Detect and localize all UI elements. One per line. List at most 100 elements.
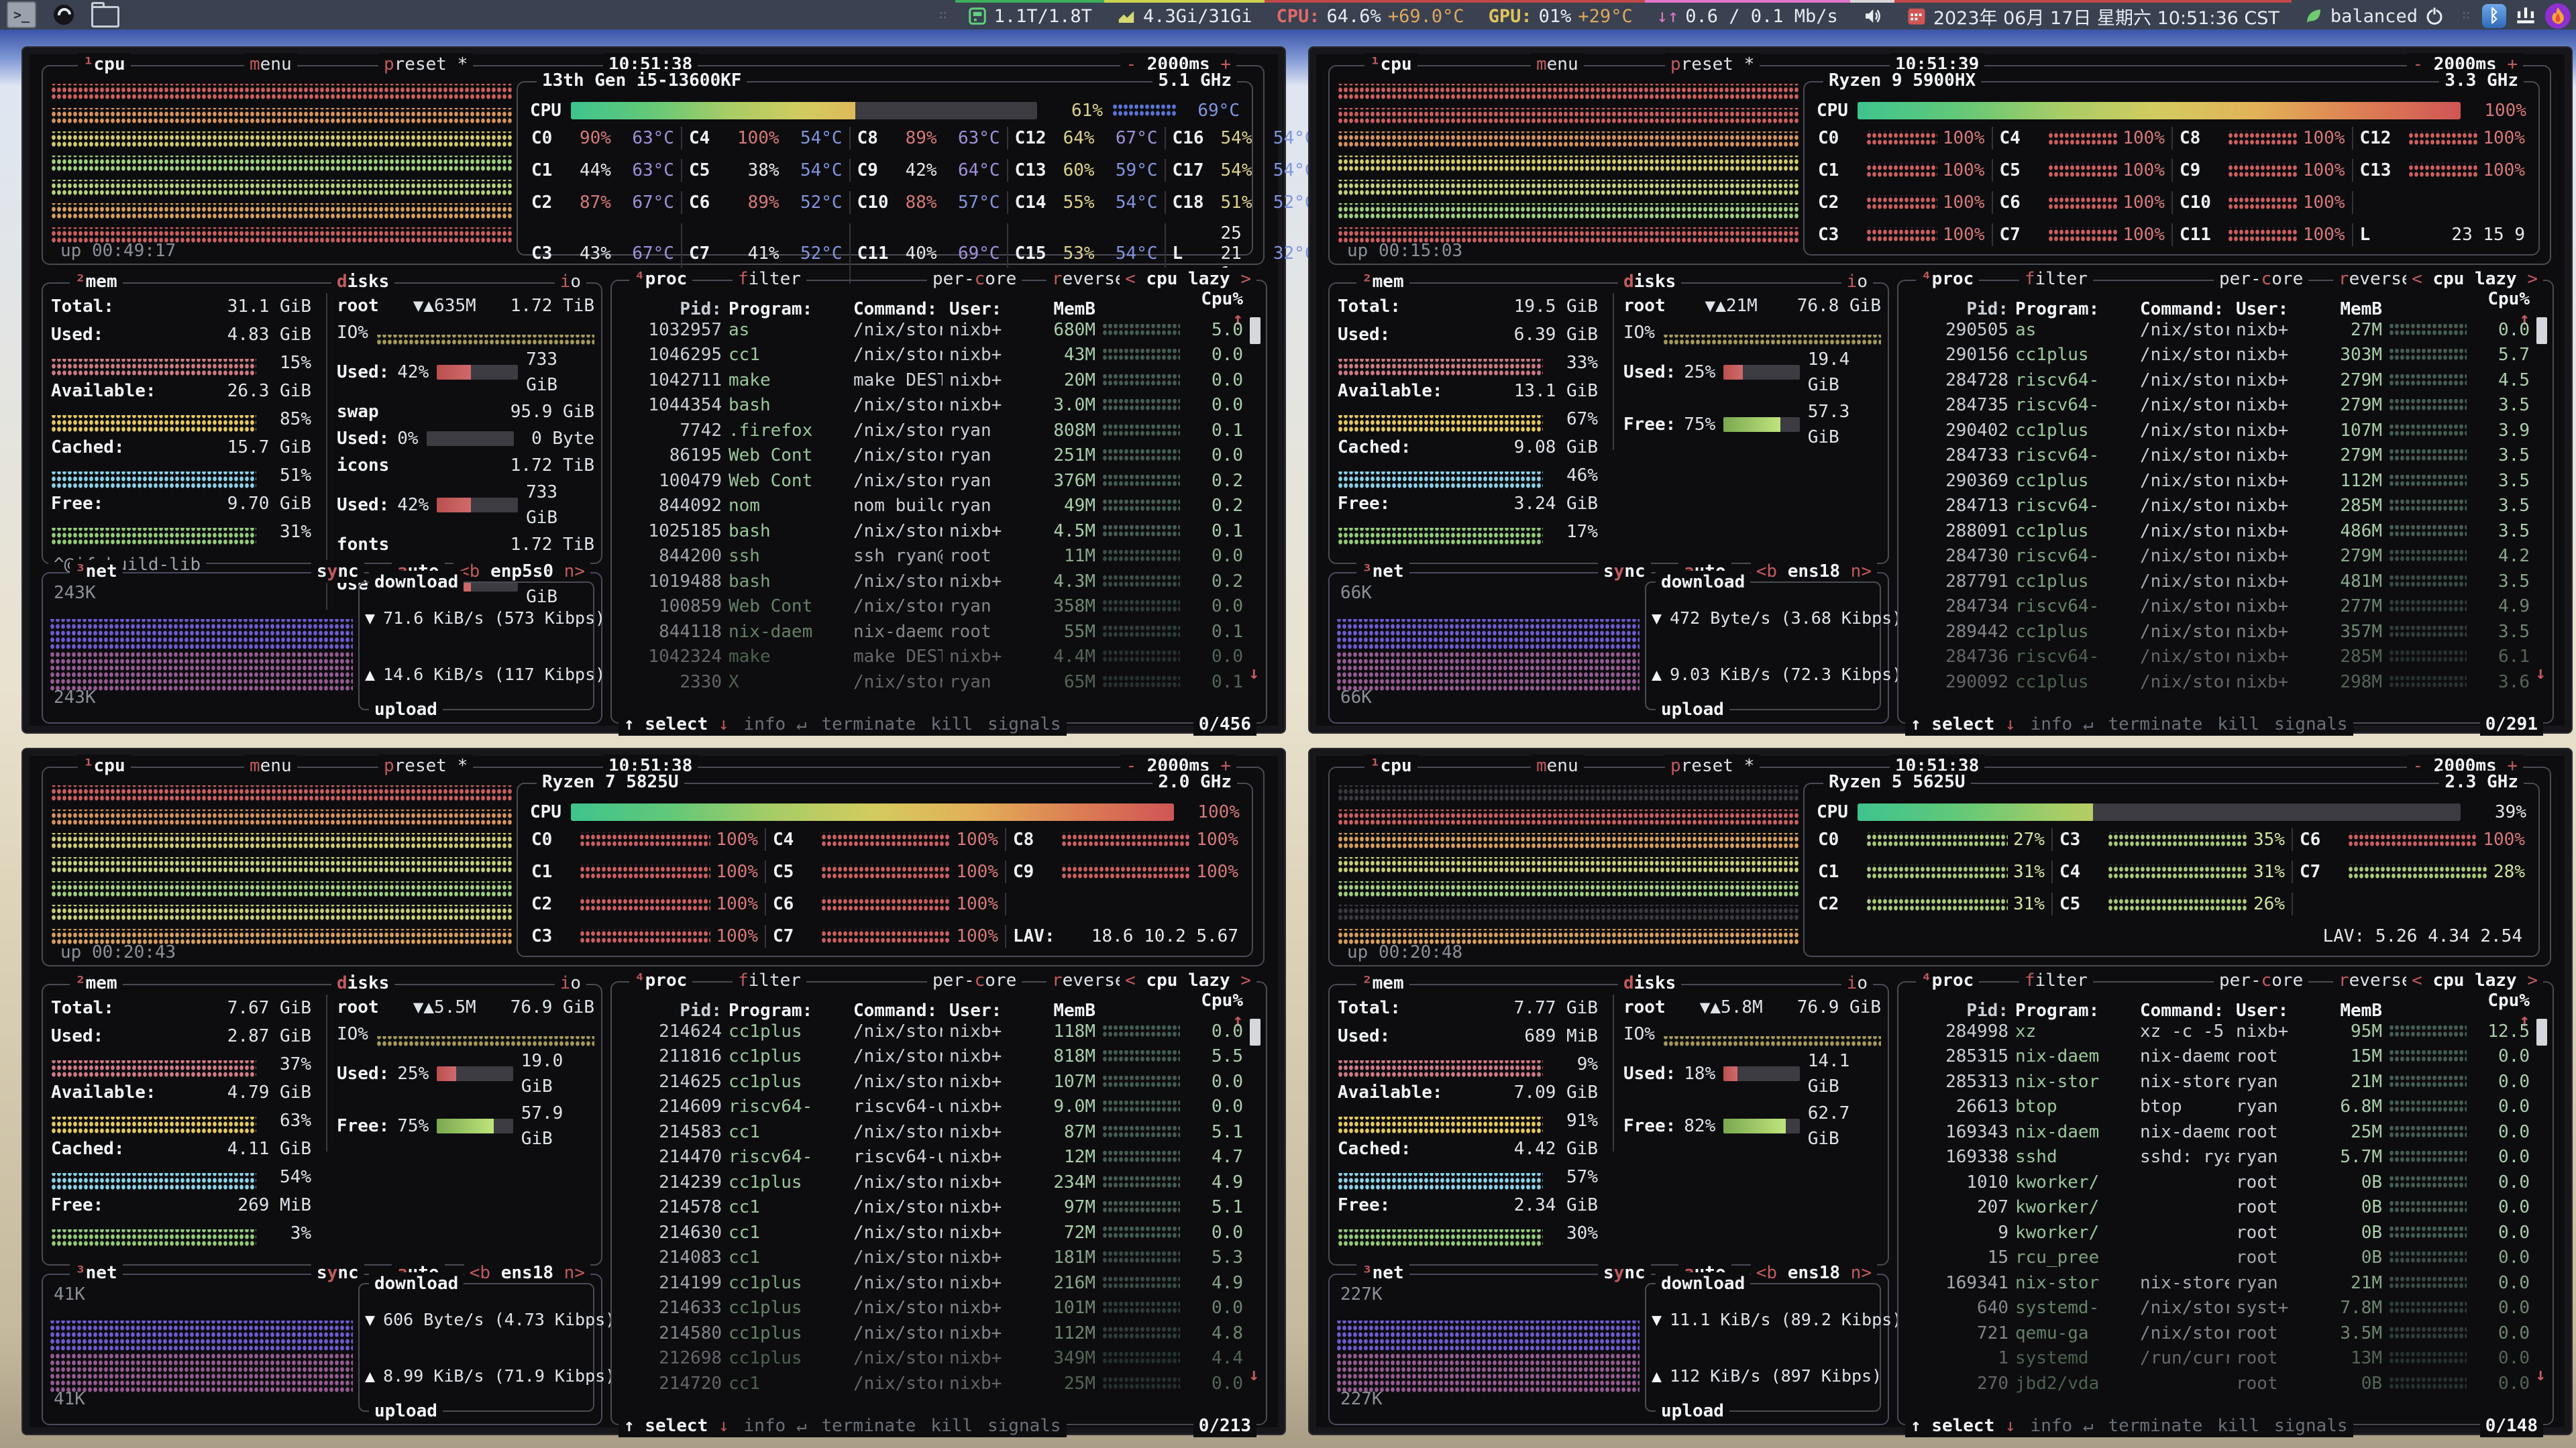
info-action[interactable]: info ↵ [2031,713,2094,736]
proc-row[interactable]: 1019488bash/nix/store/xfb3ykw9nixb+4.3M0… [621,569,1243,594]
mem-box-title[interactable]: ²mem [70,972,123,995]
proc-row[interactable]: 721qemu-ga/nix/store/clz7ryz5root3.5M0.0 [1908,1321,2530,1346]
proc-row[interactable]: 1systemd/run/current-systemroot13M0.0 [1908,1346,2530,1372]
interval-minus-button[interactable]: - [2412,756,2433,776]
info-action[interactable]: info ↵ [744,1414,807,1437]
kill-action[interactable]: kill [2217,713,2259,736]
proc-row[interactable]: 214578cc1/nix/store/k14gjkxnnixb+97M5.1 [621,1195,1243,1221]
col-mem[interactable]: MemB [1031,1001,1095,1021]
filter-button[interactable]: filter [733,268,806,290]
col-user[interactable]: User: [949,299,1024,319]
filter-button[interactable]: filter [2019,969,2093,992]
proc-row[interactable]: 290505as/nix/store/9n1kg164nixb+27M0.0 [1908,317,2530,343]
cpu-indicator[interactable]: CPU: 64.6% +69.0°C [1265,0,1477,30]
kill-action[interactable]: kill [930,1414,973,1437]
proc-row[interactable]: 284713riscv64-/nix/store/89225k9xnixb+28… [1908,494,2530,519]
proc-row[interactable]: 289442cc1plus/nix/store/02cs0d7snixb+357… [1908,619,2530,645]
proc-row[interactable]: 290092cc1plus/nix/store/02cs0d7snixb+298… [1908,669,2530,695]
scroll-down-icon[interactable]: ↓ [1248,1365,1259,1385]
proc-row[interactable]: 214580cc1plus/nix/store/2vwipws2nixb+112… [621,1321,1243,1346]
signals-action[interactable]: signals [2274,713,2348,736]
proc-row[interactable]: 15rcu_preeroot0B0.0 [1908,1245,2530,1271]
power-profile-indicator[interactable]: balanced [2292,0,2457,30]
disks-box-title[interactable]: disks [1618,972,1681,995]
proc-row[interactable]: 290369cc1plus/nix/store/02cs0d7snixb+112… [1908,468,2530,494]
percore-toggle[interactable]: per-core [2214,268,2308,290]
mem-box-title[interactable]: ²mem [1356,270,1409,293]
folder-icon[interactable] [91,6,119,27]
net-box-title[interactable]: ³net [1356,1262,1409,1284]
proc-row[interactable]: 86195Web Cont/nix/store/51dxgra3ryan251M… [621,443,1243,469]
proc-row[interactable]: 284736riscv64-/nix/store/89225k9xnixb+28… [1908,645,2530,670]
cpu-box-title[interactable]: ¹cpu [1364,53,1417,76]
io-toggle[interactable]: io [1841,972,1873,995]
proc-row[interactable]: 270jbd2/vdaroot0B0.0 [1908,1371,2530,1396]
cpu-box-title[interactable]: ¹cpu [78,755,131,777]
proc-row[interactable]: 1042711makemake DESTDIR= RPATHnixb+20M0.… [621,368,1243,393]
proc-row[interactable]: 26613btopbtopryan6.8M0.0 [1908,1095,2530,1120]
proc-row[interactable]: 640systemd-/nix/store/6nkzr60nsyst+7.8M0… [1908,1296,2530,1321]
net-box-title[interactable]: ³net [1356,560,1409,583]
net-interface-switcher[interactable]: <b ens18 n> [1751,560,1877,583]
col-command[interactable]: Command: [2140,1001,2229,1021]
disks-box-title[interactable]: disks [331,972,394,995]
flame-tray-icon[interactable] [2541,0,2576,30]
col-mem[interactable]: MemB [2318,1001,2382,1021]
proc-row[interactable]: 214624cc1plus/nix/store/2vwipws2nixb+118… [621,1019,1243,1044]
sort-prev-button[interactable]: < [1125,269,1146,289]
net-interface-switcher[interactable]: <b enp5s0 n> [453,560,590,583]
iface-prev-button[interactable]: <b [470,1263,501,1283]
menu-button[interactable]: menu [244,53,297,76]
proc-scrollbar[interactable] [2536,1019,2547,1046]
sort-next-button[interactable]: > [1230,269,1251,289]
info-action[interactable]: info ↵ [744,713,807,736]
scroll-down-icon[interactable]: ↓ [2535,663,2546,683]
reverse-toggle[interactable]: reverse [1046,268,1131,290]
kill-action[interactable]: kill [930,713,973,736]
col-pid[interactable]: Pid: [621,299,722,319]
filter-button[interactable]: filter [733,969,806,992]
menu-button[interactable]: menu [1531,755,1584,777]
sort-selector[interactable]: < cpu lazy > [2406,268,2543,290]
proc-row[interactable]: 212698cc1plus/nix/store/2vwipws2nixb+349… [621,1346,1243,1372]
proc-row[interactable]: 844200sshssh ryan@ruby -x -iroot11M0.0 [621,544,1243,569]
mem-box-title[interactable]: ²mem [1356,972,1409,995]
proc-row[interactable]: 169341nix-stornix-store --serve -ryan21M… [1908,1270,2530,1296]
sort-selector[interactable]: < cpu lazy > [2406,969,2543,992]
select-action[interactable]: ↑ select ↓ [624,713,729,736]
col-user[interactable]: User: [949,1001,1024,1021]
preset-button[interactable]: preset * [378,755,473,777]
proc-row[interactable]: 1025185bash/nix/store/xfb3ykw9nixb+4.5M0… [621,518,1243,544]
filter-button[interactable]: filter [2019,268,2093,290]
proc-row[interactable]: 1010kworker/root0B0.0 [1908,1170,2530,1195]
sort-next-button[interactable]: > [2517,970,2538,991]
grip-dots-icon[interactable]: ∷ [934,7,955,23]
disk-usage-indicator[interactable]: 1.1T/1.8T [955,0,1104,30]
net-sync-button[interactable]: sync [1598,560,1651,583]
col-mem[interactable]: MemB [2318,299,2382,319]
proc-row[interactable]: 214720cc1/nix/store/k14gjkxnnixb+25M0.0 [621,1371,1243,1396]
volume-indicator[interactable] [1850,0,1894,30]
record-icon[interactable] [54,5,74,25]
scroll-down-icon[interactable]: ↓ [2535,1365,2546,1385]
proc-row[interactable]: 169338sshdsshd: ryan@nottyryan5.7M0.0 [1908,1145,2530,1170]
col-program[interactable]: Program: [2015,299,2133,319]
net-interface-switcher[interactable]: <b ens18 n> [1751,1262,1877,1284]
proc-row[interactable]: 284730riscv64-/nix/store/89225k9xnixb+27… [1908,544,2530,569]
proc-row[interactable]: 7742.firefox/nix/store/51dxgra3ryan808M0… [621,418,1243,443]
proc-row[interactable]: 844118nix-daemnix-daemon 844104root55M0.… [621,619,1243,645]
reverse-toggle[interactable]: reverse [1046,969,1131,992]
col-pid[interactable]: Pid: [1908,299,2008,319]
proc-scrollbar[interactable] [2536,317,2547,344]
proc-row[interactable]: 288091cc1plus/nix/store/02cs0d7snixb+486… [1908,518,2530,544]
net-sync-button[interactable]: sync [311,1262,364,1284]
io-toggle[interactable]: io [555,270,586,293]
select-action[interactable]: ↑ select ↓ [624,1414,729,1437]
col-mem[interactable]: MemB [1031,299,1095,319]
reverse-toggle[interactable]: reverse [2333,268,2418,290]
terminate-action[interactable]: terminate [2108,713,2202,736]
input-method-tray-icon[interactable] [2510,0,2541,30]
sort-prev-button[interactable]: < [2412,970,2432,991]
interval-minus-button[interactable]: - [2412,54,2433,74]
proc-row[interactable]: 285315nix-daemnix-daemon 285313root15M0.… [1908,1044,2530,1070]
